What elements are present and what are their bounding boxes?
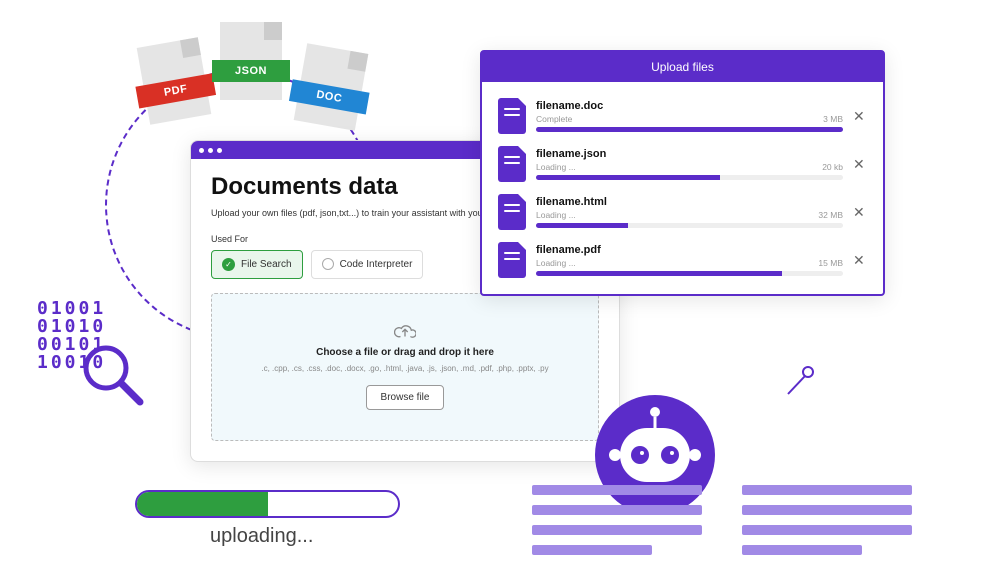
dropzone-title: Choose a file or drag and drop it here [316,347,494,358]
connector-decoration [780,362,820,402]
file-card-pdf: PDF [137,37,212,125]
close-icon[interactable]: ✕ [853,204,867,221]
uploading-progress-track [135,490,400,518]
doc-label: DOC [289,79,370,114]
file-status: Loading ... [536,210,576,220]
progress-fill [536,271,782,276]
file-status: Complete [536,114,572,124]
file-size: 3 MB [823,114,843,124]
magnifier-icon [78,340,148,410]
close-icon[interactable]: ✕ [853,156,867,173]
progress-track [536,127,843,132]
progress-fill [536,127,843,132]
option-label: File Search [241,259,292,270]
file-card-doc: DOC [294,43,369,131]
file-name: filename.json [536,148,843,160]
lines-decoration [532,485,702,555]
upload-files-window: Upload files filename.docComplete3 MB✕fi… [480,50,885,296]
dropzone-subtitle: .c, .cpp, .cs, .css, .doc, .docx, .go, .… [261,364,548,373]
pdf-label: PDF [135,73,216,108]
progress-track [536,223,843,228]
file-size: 32 MB [818,210,843,220]
file-name: filename.pdf [536,244,843,256]
progress-fill [536,175,720,180]
file-row: filename.doc Complete 3 MB ✕ [488,92,877,140]
file-size: 15 MB [818,258,843,268]
file-status: Loading ... [536,258,576,268]
document-icon [498,194,526,230]
option-label: Code Interpreter [340,259,413,270]
progress-track [536,175,843,180]
file-row: filename.json Loading ... 20 kb ✕ [488,140,877,188]
window-control-dot [199,148,204,153]
file-name: filename.doc [536,100,843,112]
dropzone[interactable]: Choose a file or drag and drop it here .… [211,293,599,441]
uploading-progress-fill [137,492,268,516]
upload-window-title: Upload files [482,52,883,82]
uploading-label: uploading... [210,525,313,548]
document-icon [498,98,526,134]
file-row: filename.html Loading ... 32 MB ✕ [488,188,877,236]
json-label: JSON [212,60,290,82]
option-file-search[interactable]: ✓ File Search [211,250,303,279]
lines-decoration [742,485,912,555]
window-control-dot [217,148,222,153]
check-icon: ✓ [222,258,235,271]
progress-fill [536,223,628,228]
file-name: filename.html [536,196,843,208]
file-size: 20 kb [822,162,843,172]
progress-track [536,271,843,276]
file-row: filename.pdf Loading ... 15 MB ✕ [488,236,877,284]
cloud-upload-icon [394,323,416,341]
window-control-dot [208,148,213,153]
close-icon[interactable]: ✕ [853,108,867,125]
document-icon [498,242,526,278]
radio-icon [322,258,334,270]
file-status: Loading ... [536,162,576,172]
close-icon[interactable]: ✕ [853,252,867,269]
option-code-interpreter[interactable]: Code Interpreter [311,250,424,279]
browse-file-button[interactable]: Browse file [366,385,445,410]
document-icon [498,146,526,182]
file-card-json: JSON [220,22,282,100]
